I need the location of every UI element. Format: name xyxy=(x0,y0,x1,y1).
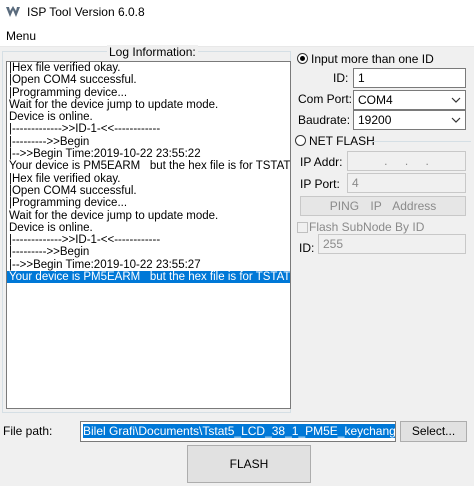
ip-port-input[interactable]: 4 xyxy=(347,173,466,193)
log-group-title: Log Information: xyxy=(107,45,198,59)
log-line[interactable]: |--------->>Begin xyxy=(7,246,290,258)
log-line[interactable]: |Hex file verified okay. xyxy=(7,173,290,185)
title-bar: ISP Tool Version 6.0.8 xyxy=(0,0,474,26)
subnode-id-input[interactable]: 255 xyxy=(318,234,466,254)
serial-radio-label: Input more than one ID xyxy=(311,52,434,66)
log-group: Log Information: |Hex file verified okay… xyxy=(2,45,291,413)
com-port-select[interactable]: COM4 xyxy=(353,90,466,110)
log-line[interactable]: |Hex file verified okay. xyxy=(7,62,290,74)
log-line[interactable]: Your device is PM5EARM but the hex file … xyxy=(7,160,290,172)
select-file-button[interactable]: Select... xyxy=(400,421,467,442)
subnode-id-label: ID: xyxy=(299,241,315,255)
log-line[interactable]: Your device is PM5EARM but the hex file … xyxy=(7,271,290,284)
app-logo-icon xyxy=(6,6,20,17)
menu-bar: Menu xyxy=(0,26,474,47)
com-port-value: COM4 xyxy=(358,93,393,107)
log-list[interactable]: |Hex file verified okay. |Open COM4 succe… xyxy=(6,61,291,409)
log-line[interactable]: |--------->>Begin xyxy=(7,136,290,148)
flash-subnode-checkbox[interactable] xyxy=(297,222,308,233)
settings-panel: Input more than one ID ID: 1 Com Port: C… xyxy=(293,46,474,414)
log-line[interactable]: |------------->>ID-1-<<------------ xyxy=(7,123,290,135)
baudrate-label: Baudrate: xyxy=(298,113,351,127)
id-input[interactable]: 1 xyxy=(353,68,466,88)
baudrate-select[interactable]: 19200 xyxy=(353,110,466,130)
log-line[interactable]: Device is online. xyxy=(7,111,290,123)
log-line[interactable]: |Programming device... xyxy=(7,87,290,99)
log-line[interactable]: |-->>Begin Time:2019-10-22 23:55:27 xyxy=(7,259,290,271)
log-line[interactable]: |Open COM4 successful. xyxy=(7,74,290,86)
log-line[interactable]: Wait for the device jump to update mode. xyxy=(7,210,290,222)
ip-port-label: IP Port: xyxy=(300,177,340,191)
flash-button[interactable]: FLASH xyxy=(187,445,311,483)
log-line[interactable]: |Open COM4 successful. xyxy=(7,185,290,197)
com-port-label: Com Port: xyxy=(298,92,353,106)
serial-radio[interactable] xyxy=(297,53,308,64)
log-line[interactable]: |------------->>ID-1-<<------------ xyxy=(7,234,290,246)
file-path-label: File path: xyxy=(3,424,53,438)
net-flash-radio[interactable] xyxy=(295,135,306,146)
log-line[interactable]: |Programming device... xyxy=(7,197,290,209)
flash-subnode-label: Flash SubNode By ID xyxy=(309,220,425,234)
baudrate-value: 19200 xyxy=(358,113,392,127)
file-path-value: Bilel Grafi\Documents\Tstat5_LCD_38_1_PM… xyxy=(83,424,395,438)
log-line[interactable]: Device is online. xyxy=(7,222,290,234)
menu-item-menu[interactable]: Menu xyxy=(6,29,36,43)
chevron-down-icon xyxy=(451,117,461,123)
ip-addr-label: IP Addr: xyxy=(300,155,343,169)
net-divider xyxy=(371,141,471,142)
ping-ip-button[interactable]: PING IP Address xyxy=(300,196,466,216)
net-flash-label: NET FLASH xyxy=(309,134,375,148)
window-title: ISP Tool Version 6.0.8 xyxy=(27,5,145,19)
log-line[interactable]: |-->>Begin Time:2019-10-22 23:55:22 xyxy=(7,148,290,160)
id-label: ID: xyxy=(333,71,349,85)
chevron-down-icon xyxy=(451,97,461,103)
log-line[interactable]: Wait for the device jump to update mode. xyxy=(7,99,290,111)
file-path-input[interactable]: Bilel Grafi\Documents\Tstat5_LCD_38_1_PM… xyxy=(80,421,396,442)
ip-addr-input[interactable]: . . . xyxy=(347,151,466,171)
